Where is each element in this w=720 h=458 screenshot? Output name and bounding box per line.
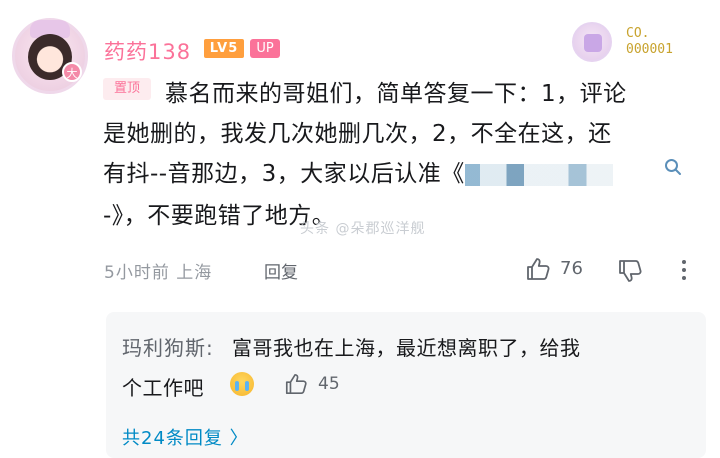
crying-emoji-icon	[230, 372, 254, 396]
level-badge: LV5	[204, 39, 244, 58]
thumbs-up-icon[interactable]	[525, 256, 551, 282]
sub-comment-card[interactable]: 玛利狗斯: 富哥我也在上海，最近想离职了，给我 个工作吧 45 共24条回复 〉	[106, 312, 706, 458]
fan-medal-line2: 000001	[626, 42, 673, 57]
view-replies-link[interactable]: 共24条回复 〉	[122, 424, 249, 450]
comment-line-3-text: 有抖--音那边，3，大家以后认准《	[103, 161, 465, 187]
watermark: 头条 @朵郡巡洋舰	[300, 221, 426, 237]
sub-comment-author[interactable]: 玛利狗斯:	[122, 332, 214, 361]
fan-medal-line1: CO.	[626, 26, 650, 41]
comment-line-3: 有抖--音那边，3，大家以后认准《	[103, 154, 613, 188]
fan-medal-icon[interactable]	[572, 22, 614, 62]
pinned-tag: 置顶	[103, 78, 151, 100]
username[interactable]: 药药138	[104, 36, 191, 66]
blurred-link[interactable]	[464, 163, 613, 186]
sub-thumbs-up-icon[interactable]	[284, 372, 308, 396]
avatar-badge-icon: 大	[62, 62, 82, 82]
comment-line-2: 是她删的，我发几次她删几次，2，不全在这，还	[103, 121, 612, 147]
sub-comment-line-1: 富哥我也在上海，最近想离职了，给我	[232, 336, 581, 360]
avatar[interactable]: 大	[12, 18, 88, 94]
comment-line-1: 慕名而来的哥姐们，简单答复一下：1，评论	[165, 81, 627, 107]
comment-time-location: 5小时前 上海	[104, 263, 213, 283]
thumbs-down-icon[interactable]	[617, 258, 643, 284]
sub-like-count: 45	[318, 374, 340, 394]
more-options-icon[interactable]	[680, 258, 688, 282]
like-count: 76	[560, 258, 583, 279]
fan-medal-number: CO. 000001	[626, 26, 673, 58]
reply-button[interactable]: 回复	[264, 258, 298, 283]
sub-comment-line-2: 个工作吧	[122, 376, 204, 400]
comment-screen: 大 药药138 LV5 UP CO. 000001 置顶 慕名而来的哥姐们，简单…	[0, 0, 720, 458]
search-icon[interactable]	[664, 158, 682, 176]
up-badge: UP	[250, 39, 280, 58]
